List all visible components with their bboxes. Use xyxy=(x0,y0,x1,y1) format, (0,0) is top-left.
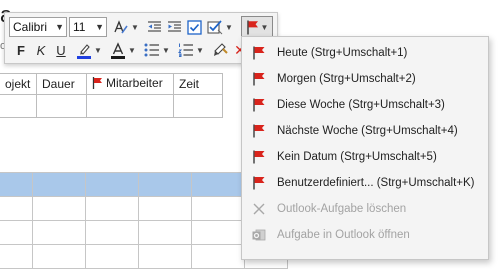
red-flag-icon xyxy=(253,72,265,86)
follow-up-menu: Heute (Strg+Umschalt+1) Morgen (Strg+Ums… xyxy=(241,36,489,260)
outlook-icon xyxy=(252,229,266,241)
menu-item-label: Aufgabe in Outlook öffnen xyxy=(277,229,410,241)
chevron-down-icon: ▼ xyxy=(128,45,136,55)
menu-item-delete-outlook-task: Outlook-Aufgabe löschen xyxy=(242,196,488,222)
table-cell[interactable] xyxy=(85,172,139,197)
table-cell[interactable] xyxy=(86,94,174,118)
chevron-down-icon: ▼ xyxy=(55,22,64,32)
font-size-combo[interactable]: 11 ▼ xyxy=(69,17,107,37)
chevron-down-icon: ▼ xyxy=(225,22,233,32)
menu-item-label: Heute (Strg+Umschalt+1) xyxy=(277,47,408,59)
menu-item-label: Diese Woche (Strg+Umschalt+3) xyxy=(277,99,445,111)
header-cell-staff-label: Mitarbeiter xyxy=(106,76,163,90)
table-cell[interactable] xyxy=(0,94,37,118)
red-flag-icon xyxy=(253,176,265,190)
menu-item-label: Nächste Woche (Strg+Umschalt+4) xyxy=(277,125,458,137)
header-cell-duration[interactable]: Dauer xyxy=(36,73,87,95)
underline-button[interactable]: U xyxy=(53,40,69,60)
table-cell[interactable] xyxy=(138,196,192,221)
chevron-down-icon: ▼ xyxy=(260,22,269,32)
table-cell[interactable] xyxy=(138,220,192,245)
table-cell[interactable] xyxy=(85,196,139,221)
italic-button[interactable]: K xyxy=(33,40,49,60)
table-cell[interactable] xyxy=(138,172,192,197)
header-cell-staff[interactable]: Mitarbeiter xyxy=(86,73,174,95)
table-cell[interactable] xyxy=(191,172,245,197)
menu-item-label: Morgen (Strg+Umschalt+2) xyxy=(277,73,416,85)
increase-indent-icon xyxy=(167,21,181,32)
menu-item-next-week[interactable]: Nächste Woche (Strg+Umschalt+4) xyxy=(242,118,488,144)
red-flag-icon xyxy=(253,98,265,112)
table-header-row: ojekt Dauer Mitarbeiter Zeit xyxy=(0,73,223,95)
highlight-color-button[interactable]: ▼ xyxy=(75,40,103,60)
table-cell[interactable] xyxy=(173,94,223,118)
tag-button[interactable]: ▼ xyxy=(205,17,235,37)
font-color-button[interactable]: ▼ xyxy=(109,40,137,60)
table-cell[interactable] xyxy=(32,220,86,245)
checkbox-icon xyxy=(186,19,202,35)
format-painter-button[interactable] xyxy=(211,40,231,60)
menu-item-today[interactable]: Heute (Strg+Umschalt+1) xyxy=(242,40,488,66)
font-family-value: Calibri xyxy=(13,20,48,34)
menu-item-tomorrow[interactable]: Morgen (Strg+Umschalt+2) xyxy=(242,66,488,92)
tasks-table: ojekt Dauer Mitarbeiter Zeit xyxy=(0,73,223,118)
text-style-button[interactable]: ▼ xyxy=(111,17,141,37)
table-cell[interactable] xyxy=(32,196,86,221)
follow-up-flag-button[interactable]: ▼ xyxy=(241,16,273,38)
numbered-list-icon xyxy=(178,43,194,57)
table-cell[interactable] xyxy=(0,172,33,197)
decrease-indent-button[interactable] xyxy=(145,17,163,37)
format-painter-icon xyxy=(214,42,228,56)
tag-checkbox-icon xyxy=(207,20,223,35)
chevron-down-icon: ▼ xyxy=(162,45,170,55)
menu-item-open-in-outlook: Aufgabe in Outlook öffnen xyxy=(242,222,488,248)
header-cell-time[interactable]: Zeit xyxy=(173,73,223,95)
red-flag-icon xyxy=(253,150,265,164)
bold-button[interactable]: F xyxy=(13,40,29,60)
red-flag-icon xyxy=(246,20,258,34)
font-family-combo[interactable]: Calibri ▼ xyxy=(9,17,67,37)
chevron-down-icon: ▼ xyxy=(131,22,139,32)
table-cell[interactable] xyxy=(191,196,245,221)
menu-item-custom[interactable]: Benutzerdefiniert... (Strg+Umschalt+K) xyxy=(242,170,488,196)
increase-indent-button[interactable] xyxy=(165,17,183,37)
text-style-icon xyxy=(114,20,128,34)
bullet-list-button[interactable]: ▼ xyxy=(143,40,171,60)
mini-toolbar: Calibri ▼ 11 ▼ ▼ ▼ ▼ F K U ▼ ▼ ▼ ▼ ✕ xyxy=(4,12,278,64)
chevron-down-icon: ▼ xyxy=(196,45,204,55)
table-cell[interactable] xyxy=(36,94,87,118)
table-cell[interactable] xyxy=(32,172,86,197)
font-size-value: 11 xyxy=(73,20,86,34)
numbered-list-button[interactable]: ▼ xyxy=(177,40,205,60)
highlighter-icon xyxy=(77,43,92,59)
menu-item-this-week[interactable]: Diese Woche (Strg+Umschalt+3) xyxy=(242,92,488,118)
checkbox-button[interactable] xyxy=(185,17,203,37)
chevron-down-icon: ▼ xyxy=(95,22,104,32)
menu-item-label: Kein Datum (Strg+Umschalt+5) xyxy=(277,151,437,163)
red-flag-icon xyxy=(92,77,102,89)
font-color-icon xyxy=(111,41,126,59)
menu-item-label: Benutzerdefiniert... (Strg+Umschalt+K) xyxy=(277,177,475,189)
table-cell[interactable] xyxy=(85,220,139,245)
close-x-icon xyxy=(253,203,265,215)
chevron-down-icon: ▼ xyxy=(94,45,102,55)
red-flag-icon xyxy=(253,124,265,138)
table-cell[interactable] xyxy=(0,220,33,245)
decrease-indent-icon xyxy=(147,21,161,32)
table-cell[interactable] xyxy=(0,196,33,221)
header-cell-project[interactable]: ojekt xyxy=(0,73,37,95)
table-row xyxy=(0,94,223,118)
menu-item-no-date[interactable]: Kein Datum (Strg+Umschalt+5) xyxy=(242,144,488,170)
red-flag-icon xyxy=(253,46,265,60)
table-cell[interactable] xyxy=(191,220,245,245)
bullet-list-icon xyxy=(144,43,160,57)
menu-item-label: Outlook-Aufgabe löschen xyxy=(277,203,407,215)
